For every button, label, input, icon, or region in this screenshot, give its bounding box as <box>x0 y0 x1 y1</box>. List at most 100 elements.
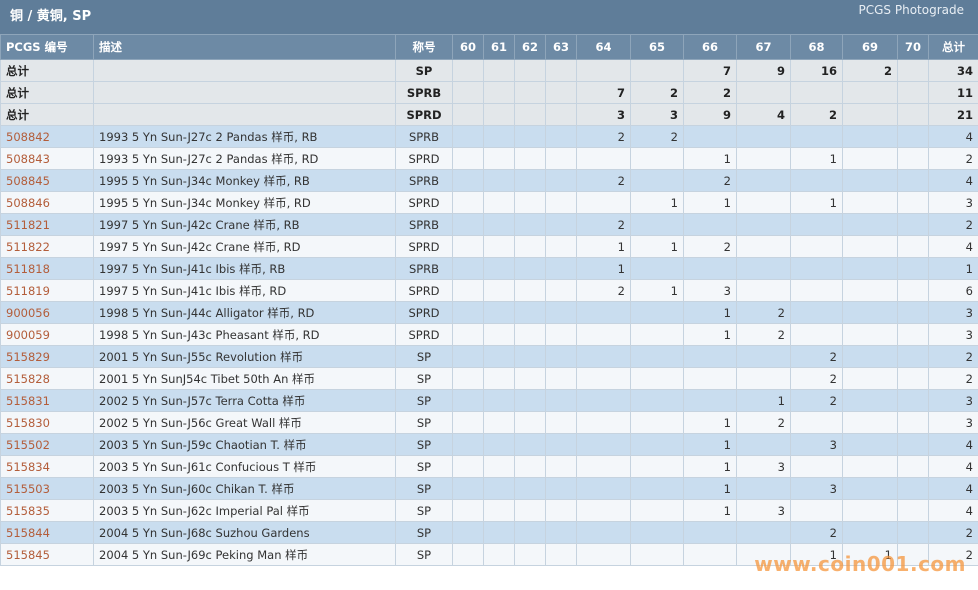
grade-count-cell: 7 <box>576 81 631 104</box>
total-row: 总计 SP 7 9 16 2 34 <box>0 59 978 82</box>
grade-count-cell <box>630 59 684 82</box>
grade-count-cell <box>736 477 791 500</box>
column-header-g67[interactable]: 67 <box>736 34 791 60</box>
pcgs-number-link[interactable]: 511821 <box>6 218 50 232</box>
grade-count-cell <box>842 213 898 236</box>
grade-count-cell <box>545 477 577 500</box>
pcgs-number-cell: 900059 <box>0 323 94 346</box>
column-header-g63[interactable]: 63 <box>545 34 577 60</box>
column-header-desc[interactable]: 描述 <box>93 34 396 60</box>
pcgs-number-link[interactable]: 511818 <box>6 262 50 276</box>
column-header-g64[interactable]: 64 <box>576 34 631 60</box>
grade-count-cell <box>630 169 684 192</box>
grade-count-cell: 2 <box>576 213 631 236</box>
pcgs-number-link[interactable]: 511822 <box>6 240 50 254</box>
pcgs-number-link[interactable]: 515834 <box>6 460 50 474</box>
pcgs-number-link[interactable]: 515844 <box>6 526 50 540</box>
pcgs-number-link[interactable]: 900059 <box>6 328 50 342</box>
grade-count-cell <box>545 499 577 522</box>
column-header-g60[interactable]: 60 <box>452 34 484 60</box>
description-cell: 1995 5 Yn Sun-J34c Monkey 样币, RB <box>93 169 396 192</box>
table-row: 508846 1995 5 Yn Sun-J34c Monkey 样币, RD SP… <box>0 191 978 214</box>
table-row: 515830 2002 5 Yn Sun-J56c Great Wall 样币 SP… <box>0 411 978 434</box>
grade-count-cell <box>452 213 484 236</box>
description-cell: 2004 5 Yn Sun-J69c Peking Man 样币 <box>93 543 396 566</box>
total-label: 总计 <box>0 103 94 126</box>
grade-count-cell <box>452 345 484 368</box>
pcgs-number-link[interactable]: 515503 <box>6 482 50 496</box>
photograde-link[interactable]: PCGS Photograde <box>859 3 964 17</box>
description-cell: 1998 5 Yn Sun-J44c Alligator 样币, RD <box>93 301 396 324</box>
grade-count-cell <box>483 433 515 456</box>
grade-count-cell <box>452 279 484 302</box>
grade-count-cell <box>545 301 577 324</box>
grade-count-cell <box>842 499 898 522</box>
grade-count-cell: 1 <box>683 477 737 500</box>
grade-count-cell: 1 <box>683 455 737 478</box>
grade-count-cell: 2 <box>736 301 791 324</box>
column-header-g68[interactable]: 68 <box>790 34 843 60</box>
pcgs-number-link[interactable]: 515831 <box>6 394 50 408</box>
column-header-total[interactable]: 总计 <box>928 34 978 60</box>
grade-count-cell <box>545 521 577 544</box>
pcgs-number-link[interactable]: 508842 <box>6 130 50 144</box>
pcgs-number-link[interactable]: 508845 <box>6 174 50 188</box>
column-header-g65[interactable]: 65 <box>630 34 684 60</box>
grade-count-cell <box>545 279 577 302</box>
grade-count-cell <box>514 147 546 170</box>
grade-count-cell <box>545 433 577 456</box>
grade-count-cell <box>576 301 631 324</box>
grade-count-cell <box>842 455 898 478</box>
column-header-pcgs[interactable]: PCGS 编号 <box>0 34 94 60</box>
designation-cell: SPRD <box>395 279 453 302</box>
pcgs-number-cell: 515830 <box>0 411 94 434</box>
grade-count-cell <box>514 499 546 522</box>
pcgs-number-link[interactable]: 515829 <box>6 350 50 364</box>
pcgs-number-link[interactable]: 515502 <box>6 438 50 452</box>
pcgs-number-link[interactable]: 900056 <box>6 306 50 320</box>
pcgs-number-link[interactable]: 511819 <box>6 284 50 298</box>
grade-count-cell <box>630 433 684 456</box>
column-header-g66[interactable]: 66 <box>683 34 737 60</box>
pcgs-number-link[interactable]: 515835 <box>6 504 50 518</box>
designation-cell: SP <box>395 367 453 390</box>
grade-count-cell <box>736 81 791 104</box>
grade-count-cell <box>452 59 484 82</box>
grade-count-cell <box>683 213 737 236</box>
grade-count-cell: 1 <box>736 389 791 412</box>
pcgs-number-link[interactable]: 515828 <box>6 372 50 386</box>
grade-count-cell <box>514 323 546 346</box>
row-total-cell: 4 <box>928 477 978 500</box>
grade-count-cell <box>514 257 546 280</box>
grade-count-cell <box>452 367 484 390</box>
pcgs-number-link[interactable]: 515830 <box>6 416 50 430</box>
column-header-g69[interactable]: 69 <box>842 34 898 60</box>
row-total-cell: 3 <box>928 191 978 214</box>
pcgs-number-link[interactable]: 508846 <box>6 196 50 210</box>
table-row: 900056 1998 5 Yn Sun-J44c Alligator 样币, R… <box>0 301 978 324</box>
pcgs-number-link[interactable]: 508843 <box>6 152 50 166</box>
grade-count-cell <box>736 235 791 258</box>
column-header-g62[interactable]: 62 <box>514 34 546 60</box>
column-header-g70[interactable]: 70 <box>897 34 929 60</box>
row-total-cell: 3 <box>928 323 978 346</box>
grade-count-cell <box>514 477 546 500</box>
grade-count-cell <box>576 367 631 390</box>
description-cell: 2002 5 Yn Sun-J57c Terra Cotta 样币 <box>93 389 396 412</box>
table-row: 508842 1993 5 Yn Sun-J27c 2 Pandas 样币, RB… <box>0 125 978 148</box>
grade-count-cell <box>630 301 684 324</box>
grade-count-cell <box>483 521 515 544</box>
column-header-g61[interactable]: 61 <box>483 34 515 60</box>
grade-count-cell <box>452 169 484 192</box>
grade-count-cell <box>545 81 577 104</box>
grade-count-cell <box>630 477 684 500</box>
row-total-cell: 2 <box>928 367 978 390</box>
pcgs-number-cell: 511819 <box>0 279 94 302</box>
grade-count-cell <box>452 323 484 346</box>
table-body: 总计 SP 7 9 16 2 34 总计 SPRB 7 2 2 11 总计 SPRD 3 3 9 4 2 21 50884… <box>0 59 978 566</box>
grade-count-cell <box>545 411 577 434</box>
grade-count-cell <box>790 411 843 434</box>
column-header-code[interactable]: 称号 <box>395 34 453 60</box>
pcgs-number-link[interactable]: 515845 <box>6 548 50 562</box>
grade-count-cell <box>897 367 929 390</box>
